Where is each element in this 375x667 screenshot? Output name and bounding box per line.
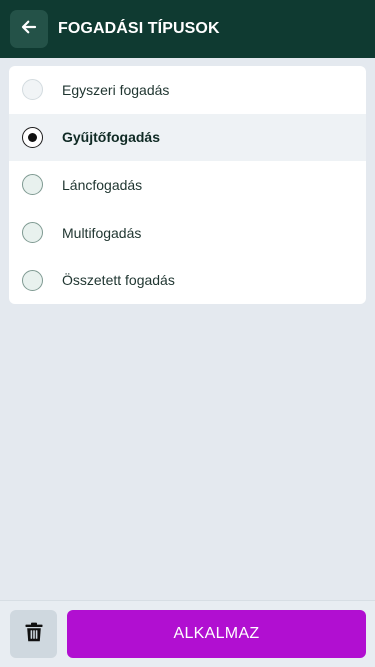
- option-label: Egyszeri fogadás: [62, 81, 170, 98]
- delete-button[interactable]: [10, 610, 57, 658]
- option-single-bet: Egyszeri fogadás: [9, 66, 366, 114]
- option-label: Láncfogadás: [62, 176, 143, 193]
- trash-icon: [25, 622, 43, 647]
- back-button[interactable]: [10, 10, 48, 48]
- apply-button[interactable]: ALKALMAZ: [67, 610, 366, 658]
- page-title: FOGADÁSI TÍPUSOK: [58, 20, 220, 37]
- radio-button[interactable]: [22, 126, 43, 148]
- option-label: Multifogadás: [62, 224, 142, 241]
- top-bar: FOGADÁSI TÍPUSOK: [0, 0, 375, 58]
- radio-button[interactable]: [22, 174, 43, 196]
- radio-button[interactable]: [22, 222, 43, 244]
- arrow-left-icon: [20, 18, 38, 41]
- radio-button: [22, 79, 43, 101]
- app-screen: FOGADÁSI TÍPUSOK Egyszeri fogadás Gyűjtő…: [0, 0, 375, 667]
- option-label: Gyűjtőfogadás: [62, 129, 161, 146]
- option-label: Összetett fogadás: [62, 272, 175, 289]
- bottom-action-bar: ALKALMAZ: [0, 600, 375, 667]
- option-chain-bet[interactable]: Láncfogadás: [9, 161, 366, 209]
- option-combined-bet[interactable]: Összetett fogadás: [9, 256, 366, 304]
- radio-button[interactable]: [22, 269, 43, 291]
- option-multi-bet[interactable]: Multifogadás: [9, 209, 366, 257]
- option-accumulator-bet[interactable]: Gyűjtőfogadás: [9, 113, 366, 162]
- bet-type-list: Egyszeri fogadás Gyűjtőfogadás Láncfogad…: [9, 66, 366, 304]
